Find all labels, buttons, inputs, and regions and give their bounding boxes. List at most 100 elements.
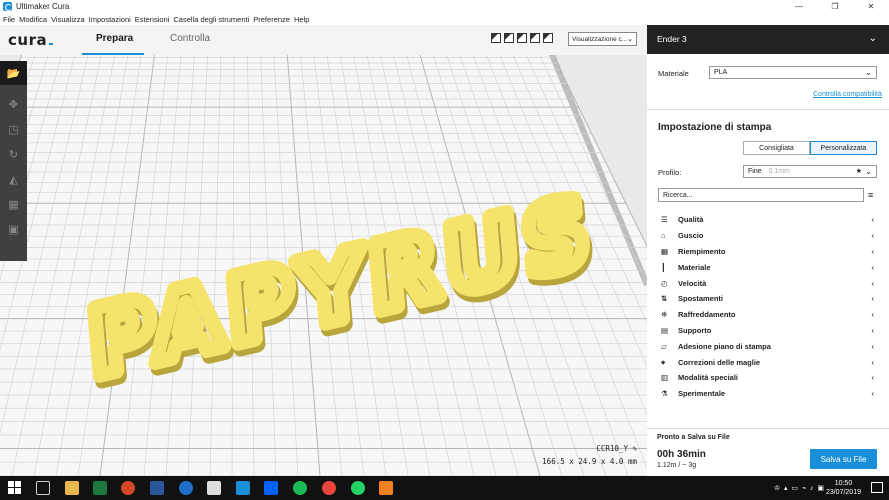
chevron-left-icon: ‹ xyxy=(871,215,874,225)
travel-icon: ⇅ xyxy=(661,294,668,304)
chevron-down-icon: ⌄ xyxy=(865,68,872,77)
recommended-mode-button[interactable]: Consigliata xyxy=(743,141,810,155)
category-correzioni-maglie[interactable]: ⌖ Correzioni delle maglie ‹ xyxy=(661,354,876,370)
edge-icon[interactable] xyxy=(179,481,193,495)
view-front-icon[interactable] xyxy=(504,33,514,43)
support-blocker-icon[interactable]: ▣ xyxy=(0,217,27,241)
powerpoint-icon[interactable] xyxy=(121,481,135,495)
menu-impostazioni[interactable]: Impostazioni xyxy=(89,15,131,24)
category-adesione[interactable]: ▱ Adesione piano di stampa ‹ xyxy=(661,338,876,354)
category-raffreddamento[interactable]: ❄ Raffreddamento ‹ xyxy=(661,307,876,323)
star-icon[interactable]: ★ xyxy=(856,167,862,175)
save-to-file-button[interactable]: Salva su File xyxy=(810,449,877,469)
spotify-icon[interactable] xyxy=(293,481,307,495)
view-top-icon[interactable] xyxy=(517,33,527,43)
per-model-settings-icon[interactable]: ▦ xyxy=(0,192,27,216)
speed-icon: ◴ xyxy=(661,278,668,288)
view-3d-icon[interactable] xyxy=(491,33,501,43)
menu-bar: File Modifica Visualizza Impostazioni Es… xyxy=(0,13,889,25)
settings-menu-icon[interactable]: ≡ xyxy=(868,190,873,200)
minimize-button[interactable]: — xyxy=(781,0,817,13)
profile-select[interactable]: Fine 0.1mm ★ ⌄ xyxy=(743,165,877,178)
whatsapp-icon[interactable] xyxy=(351,481,365,495)
menu-casella-strumenti[interactable]: Casella degli strumenti xyxy=(173,15,249,24)
dropbox-icon[interactable] xyxy=(264,481,278,495)
category-spostamenti[interactable]: ⇅ Spostamenti ‹ xyxy=(661,291,876,307)
printer-selector[interactable]: Ender 3 ⌄ xyxy=(647,25,889,54)
output-area: Pronto a Salva su File 00h 36min 1.12m /… xyxy=(647,428,889,476)
menu-help[interactable]: Help xyxy=(294,15,309,24)
chevron-left-icon: ‹ xyxy=(871,262,874,272)
category-supporto[interactable]: ▤ Supporto ‹ xyxy=(661,323,876,339)
experimental-icon: ⚗ xyxy=(661,389,668,399)
view-left-icon[interactable] xyxy=(530,33,540,43)
menu-estensioni[interactable]: Estensioni xyxy=(135,15,170,24)
chevron-left-icon: ‹ xyxy=(871,389,874,399)
material-select[interactable]: PLA ⌄ xyxy=(709,66,877,79)
fusion-icon[interactable] xyxy=(379,481,393,495)
quality-icon: ☰ xyxy=(661,215,668,225)
menu-preferenze[interactable]: Preferenze xyxy=(253,15,290,24)
word-icon[interactable] xyxy=(150,481,164,495)
scale-tool-icon[interactable]: ◳ xyxy=(0,117,27,141)
mail-icon[interactable] xyxy=(207,481,221,495)
mirror-tool-icon[interactable]: ◭ xyxy=(0,167,27,191)
task-view-icon[interactable] xyxy=(36,481,50,495)
model-dimensions: 166.5 x 24.9 x 4.0 mm xyxy=(542,457,637,466)
tab-prepara[interactable]: Prepara xyxy=(96,33,133,44)
close-button[interactable]: ✕ xyxy=(853,0,889,13)
category-sperimentale[interactable]: ⚗ Sperimentale ‹ xyxy=(661,386,876,402)
chevron-down-icon: ⌄ xyxy=(865,167,872,176)
profile-value: Fine xyxy=(748,168,762,175)
windows-taskbar: ♔ ▴ ▭ ⌁ ♪ ▣ 10:50 23/07/2019 xyxy=(0,476,889,500)
view-right-icon[interactable] xyxy=(543,33,553,43)
excel-icon[interactable] xyxy=(93,481,107,495)
category-qualita[interactable]: ☰ Qualità ‹ xyxy=(661,212,876,228)
cura-taskbar-icon[interactable] xyxy=(236,481,250,495)
menu-visualizza[interactable]: Visualizza xyxy=(51,15,85,24)
category-materiale[interactable]: ┃ Materiale ‹ xyxy=(661,259,876,275)
open-file-icon[interactable]: 📂 xyxy=(0,61,27,85)
chevron-left-icon: ‹ xyxy=(871,310,874,320)
window-controls: — ❐ ✕ xyxy=(781,0,889,13)
menu-modifica[interactable]: Modifica xyxy=(19,15,47,24)
category-guscio[interactable]: ⌂ Guscio ‹ xyxy=(661,228,876,244)
divider xyxy=(647,109,889,110)
rotate-tool-icon[interactable]: ↻ xyxy=(0,142,27,166)
category-velocita[interactable]: ◴ Velocità ‹ xyxy=(661,275,876,291)
chevron-left-icon: ‹ xyxy=(871,341,874,351)
file-explorer-icon[interactable] xyxy=(65,481,79,495)
3d-viewport[interactable]: PAPYRUS PAPYRUS 📂 ✥ ◳ ↻ ◭ ▦ ▣ CCR10_Y ✎ 1… xyxy=(0,55,647,476)
move-tool-icon[interactable]: ✥ xyxy=(0,92,27,116)
maximize-button[interactable]: ❐ xyxy=(817,0,853,13)
clock-time: 10:50 xyxy=(834,480,853,487)
material-value: PLA xyxy=(714,69,728,76)
windows-start-icon[interactable] xyxy=(8,481,22,495)
cooling-icon: ❄ xyxy=(661,310,668,320)
chevron-down-icon: ⌄ xyxy=(868,33,877,44)
material-icon: ┃ xyxy=(661,262,666,272)
shell-icon: ⌂ xyxy=(661,231,666,241)
infill-icon: ▦ xyxy=(661,246,669,256)
custom-mode-button[interactable]: Personalizzata xyxy=(810,141,877,155)
notification-icon[interactable] xyxy=(871,482,883,493)
slice-status: Pronto a Salva su File xyxy=(657,434,730,441)
chevron-left-icon: ‹ xyxy=(871,278,874,288)
system-tray[interactable]: ♔ ▴ ▭ ⌁ ♪ ▣ xyxy=(774,476,824,500)
print-time: 00h 36min xyxy=(657,449,706,460)
menu-file[interactable]: File xyxy=(3,15,15,24)
taskbar-clock[interactable]: 10:50 23/07/2019 xyxy=(826,479,861,497)
special-modes-icon: ▥ xyxy=(661,373,669,383)
tab-controlla[interactable]: Controlla xyxy=(170,33,210,44)
settings-search-input[interactable]: Ricerca... xyxy=(658,188,864,202)
category-modalita-speciali[interactable]: ▥ Modalità speciali ‹ xyxy=(661,370,876,386)
view-mode-select[interactable]: Visualizzazione c... ⌄ xyxy=(568,32,637,46)
cura-app-icon xyxy=(3,2,12,11)
edit-icon[interactable]: ✎ xyxy=(632,444,637,453)
category-riempimento[interactable]: ▦ Riempimento ‹ xyxy=(661,244,876,260)
check-compatibility-link[interactable]: Controlla compatibilità xyxy=(813,91,882,98)
chevron-left-icon: ‹ xyxy=(871,294,874,304)
chevron-left-icon: ‹ xyxy=(871,357,874,367)
chrome-icon[interactable] xyxy=(322,481,336,495)
search-placeholder: Ricerca... xyxy=(663,192,693,199)
